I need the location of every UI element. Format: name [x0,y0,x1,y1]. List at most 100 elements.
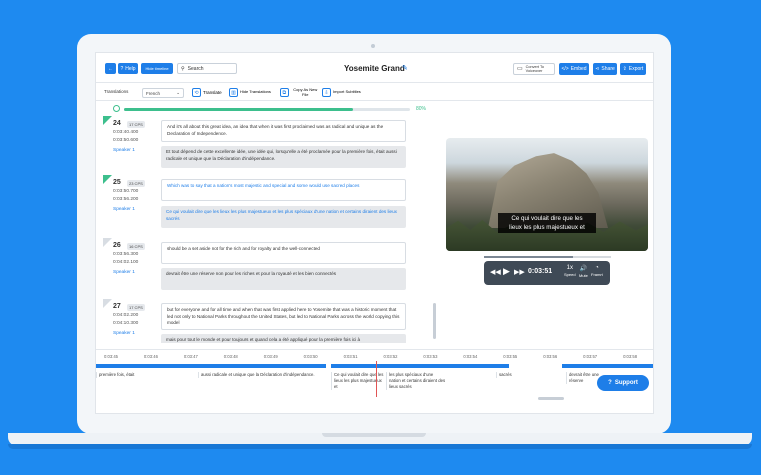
end-time[interactable]: 0:04:10.300 [113,321,138,326]
playhead[interactable] [376,361,377,397]
timeline-track[interactable]: 25 26 première fois, était aussi radical… [96,364,653,392]
hide-timeline-button[interactable]: Hide timeline [141,63,173,74]
video-progress-bar[interactable] [484,256,611,258]
start-time[interactable]: 0:03:50.700 [113,189,138,194]
export-icon: ⇪ [622,66,627,72]
entry-number: 26 [113,242,121,249]
entry-status-marker [103,116,112,125]
entry-status-marker [103,175,112,184]
language-select[interactable]: French ⌄ [142,88,184,98]
share-button[interactable]: ⋖ Share [593,63,617,75]
progress-fill [124,108,353,111]
subtitle-entry[interactable]: 26 16 CPS 0:03:56.300 0:04:02.100 Speake… [103,238,437,296]
timeline-tick: 0:03:47 [183,354,198,359]
subtitle-entry[interactable]: 27 17 CPS 0:04:02.200 0:04:10.300 Speake… [103,299,437,343]
speaker-label[interactable]: Speaker 1 [113,148,135,153]
speaker-label[interactable]: Speaker 1 [113,331,135,336]
subtitle-entry[interactable]: 24 17 CPS 0:03:40.400 0:03:50.600 Speake… [103,116,437,174]
timeline-tick: 0:03:50 [303,354,318,359]
video-preview[interactable] [446,138,648,251]
export-button[interactable]: ⇪ Export [620,63,646,75]
start-time[interactable]: 0:03:40.400 [113,130,138,135]
convert-voiceover-button[interactable]: ▭ Convert To Voiceover [513,63,555,75]
translation-text[interactable]: Et tout dépend de cette excellente idée,… [161,146,406,168]
timeline-tick: 0:03:52 [383,354,398,359]
end-time[interactable]: 0:03:56.200 [113,197,138,202]
edit-icon[interactable]: ✎ [402,64,408,72]
entry-number: 24 [113,120,121,127]
end-time[interactable]: 0:04:02.100 [113,260,138,265]
timeline-segment[interactable]: les plus spéciaux d'une nation et certai… [386,372,446,390]
source-text[interactable]: but for everyone and for all time and wh… [161,303,406,330]
cps-badge: 17 CPS [127,304,145,311]
columns-icon: ▥ [229,88,238,97]
forward-icon[interactable]: ▶▶ [514,268,525,276]
help-button[interactable]: ? Help [118,63,138,74]
translation-progress-bar [124,108,410,111]
timeline[interactable]: 0:03:45 0:03:46 0:03:47 0:03:48 0:03:49 0:03:… [96,349,653,413]
list-scrollbar[interactable] [433,303,436,339]
rewind-icon[interactable]: ◀◀ [490,268,501,276]
translate-button[interactable]: ⟲ Translate [192,88,222,97]
timeline-tick: 0:03:58 [623,354,638,359]
subtitle-list: 24 17 CPS 0:03:40.400 0:03:50.600 Speake… [103,116,437,343]
laptop-base-shadow [8,444,752,449]
timeline-segment[interactable]: première fois, était [96,372,188,378]
source-text[interactable]: Which was to say that a nation's most ma… [161,179,406,201]
framerate-button[interactable]: ◔ Framrt [591,265,603,277]
back-button[interactable]: ← [105,63,116,74]
source-text[interactable]: And it's all about this great idea, an i… [161,120,406,142]
support-button[interactable]: ? Support [597,375,649,391]
segment-bar[interactable]: 26 [562,364,653,378]
video-camera-icon: ▭ [517,66,523,72]
speaker-label[interactable]: Speaker 1 [113,270,135,275]
timeline-tick: 0:03:54 [463,354,478,359]
timeline-tick: 0:03:48 [223,354,238,359]
timeline-tick: 0:03:56 [543,354,558,359]
translation-text[interactable]: mais pour tout le monde et pour toujours… [161,334,406,343]
arrow-left-icon: ← [108,65,113,72]
entry-number: 27 [113,303,121,310]
timeline-scrollbar[interactable] [538,397,564,400]
search-icon: ⚲ [181,65,185,72]
import-icon: ⇩ [322,88,331,97]
copy-as-new-file-button[interactable]: ⧉ Copy As New File [280,87,320,97]
start-time[interactable]: 0:03:56.300 [113,252,138,257]
translations-label: Translations [104,89,129,94]
search-input[interactable]: ⚲ Search [177,63,237,74]
start-time[interactable]: 0:04:02.200 [113,313,138,318]
timeline-segment[interactable]: aussi radicale et unique que la Déclarat… [198,372,326,378]
translation-text[interactable]: Ce qui voulait dire que les lieux les pl… [161,206,406,228]
translate-icon: ⟲ [192,88,201,97]
entry-status-marker [103,238,112,247]
page-title: Yosemite Grand [344,64,405,73]
gauge-icon: ◔ [595,265,599,271]
chevron-down-icon: ⌄ [176,90,180,95]
translation-text[interactable]: devrait être une réserve non pour les ri… [161,268,406,290]
timeline-tick: 0:03:46 [143,354,158,359]
embed-button[interactable]: </> Embed [559,63,589,75]
speaker-label[interactable]: Speaker 1 [113,207,135,212]
timeline-tick: 0:03:45 [104,354,118,359]
framerate-label: Framrt [591,272,603,277]
play-icon[interactable]: ▶ [503,266,510,277]
share-icon: ⋖ [595,66,600,72]
subtitle-entry[interactable]: 25 23 CPS 0:03:50.700 0:03:56.200 Speake… [103,175,437,237]
cps-badge: 17 CPS [127,121,145,128]
end-time[interactable]: 0:03:50.600 [113,138,138,143]
question-icon: ? [608,380,612,386]
cps-badge: 23 CPS [127,180,145,187]
code-icon: </> [561,66,569,72]
segment-bar[interactable]: 25 [331,364,509,378]
speed-button[interactable]: 1x Speed [564,265,576,277]
caption-line: lieux les plus majestueux et [509,224,585,231]
import-subtitles-button[interactable]: ⇩ Import Subtitles [322,88,364,97]
segment-bar[interactable] [96,364,326,368]
timeline-segment[interactable]: sacrés [496,372,516,378]
mute-button[interactable]: 🔊 Mute [579,265,588,278]
video-caption: Ce qui voulait dire que les lieux les pl… [498,213,596,233]
progress-percent: 80% [416,106,427,112]
current-time: 0:03:51 [528,268,553,275]
source-text[interactable]: should be a set aside not for the rich a… [161,242,406,264]
hide-translations-button[interactable]: ▥ Hide Translations [229,88,273,97]
